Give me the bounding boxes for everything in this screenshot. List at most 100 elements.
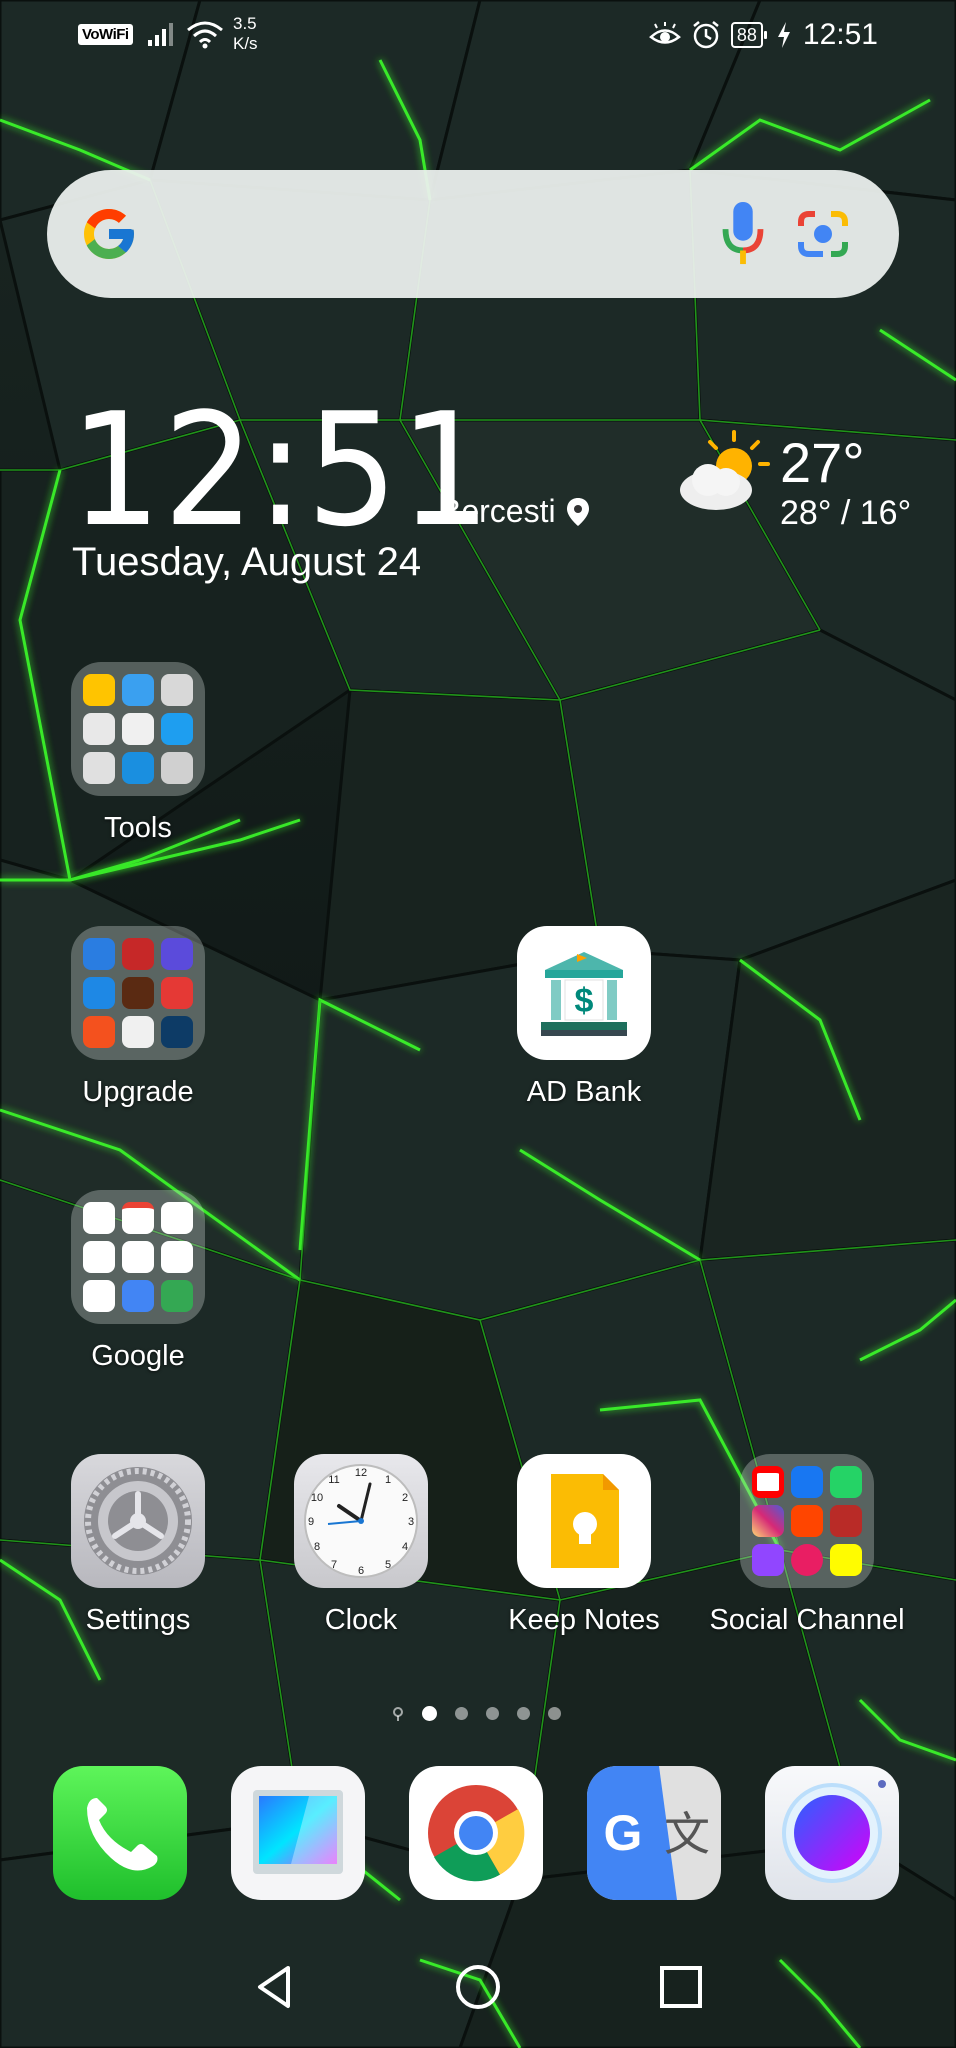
gmail-icon (122, 1202, 154, 1234)
folder-upgrade[interactable]: Upgrade (38, 926, 238, 1109)
svg-text:5: 5 (385, 1559, 391, 1571)
maps-icon (161, 1202, 193, 1234)
ad-bank-label: AD Bank (526, 1076, 642, 1108)
widget-date: Tuesday, August 24 (72, 540, 422, 584)
recents-icon[interactable] (656, 1962, 706, 2012)
wifi-icon (187, 21, 223, 49)
mic-icon[interactable] (719, 200, 767, 266)
recorder-icon (83, 713, 115, 745)
svg-text:8: 8 (314, 1541, 320, 1553)
app-settings[interactable]: Settings (38, 1454, 238, 1637)
google-label: Google (91, 1340, 185, 1372)
todoist-icon (161, 977, 193, 1009)
photos-icon (83, 1280, 115, 1312)
svg-text:2: 2 (402, 1492, 408, 1504)
youtube-icon (752, 1466, 784, 1498)
folder-social-channel[interactable]: Social Channel (707, 1454, 907, 1637)
page-dot-3 (486, 1707, 499, 1720)
browser-icon[interactable] (765, 1766, 899, 1900)
weather-icon (122, 674, 154, 706)
network-speed: 3.5 K/s (233, 14, 258, 53)
svg-text:3: 3 (408, 1516, 414, 1528)
translate-icon[interactable]: G 文 (587, 1766, 721, 1900)
gallery-icon[interactable] (231, 1766, 365, 1900)
clock-icon: 12 1 2 3 45 6 78 9 10 11 (294, 1454, 428, 1588)
play-store-icon (122, 1241, 154, 1273)
google-g-icon (84, 209, 134, 259)
app-clock[interactable]: 12 1 2 3 45 6 78 9 10 11 Clock (261, 1454, 461, 1637)
svg-text:1: 1 (385, 1474, 391, 1486)
duo-icon (161, 1241, 193, 1273)
drive-icon (83, 1241, 115, 1273)
vowifi-indicator: VoWiFi (78, 24, 133, 45)
lens-camera-icon[interactable] (795, 206, 851, 262)
reddit-icon (791, 1505, 823, 1537)
svg-text:12: 12 (355, 1467, 367, 1479)
docs-icon (122, 1280, 154, 1312)
location-label: Bercesti (440, 493, 556, 529)
page-indicator[interactable] (392, 1706, 561, 1721)
timer-icon (122, 977, 154, 1009)
facebook-icon (791, 1466, 823, 1498)
back-icon[interactable] (250, 1962, 300, 2012)
svg-text:4: 4 (402, 1541, 408, 1553)
location-pin-icon (566, 497, 589, 526)
status-right: 88 12:51 (648, 18, 878, 52)
chrome-icon[interactable] (409, 1766, 543, 1900)
settings-icon (71, 1454, 205, 1588)
google-search-bar[interactable] (47, 170, 899, 298)
whatsapp-icon (830, 1466, 862, 1498)
tools-x-icon (83, 1016, 115, 1048)
fm-radio-icon (122, 713, 154, 745)
page-dot-5 (548, 1707, 561, 1720)
svg-text:10: 10 (311, 1492, 323, 1504)
svg-text:11: 11 (328, 1474, 339, 1486)
keep-notes-icon (517, 1454, 651, 1588)
blue-drop-icon (83, 977, 115, 1009)
ad-bank-icon: $ (517, 926, 651, 1060)
evernote-icon (122, 1016, 154, 1048)
eye-comfort-icon (648, 22, 681, 44)
keep-notes-label: Keep Notes (508, 1604, 660, 1636)
widget-temperature: 27° (780, 431, 865, 494)
sheets-icon (161, 1280, 193, 1312)
game-icon (122, 938, 154, 970)
page-dot-4 (517, 1707, 530, 1720)
svg-text:文: 文 (664, 1807, 710, 1861)
battery-icon: 88 (730, 22, 767, 48)
google-folder-icon (71, 1190, 205, 1324)
page-search-icon (393, 1706, 403, 1721)
widget-temp-range: 28° / 16° (780, 494, 912, 532)
folder-google[interactable]: Google (38, 1190, 238, 1373)
widget-time: 12:51 (70, 379, 493, 561)
stocks-icon (83, 938, 115, 970)
social-channel-label: Social Channel (709, 1604, 905, 1636)
svg-text:7: 7 (331, 1559, 337, 1571)
svg-text:G: G (604, 1805, 643, 1861)
calculator-icon (161, 674, 193, 706)
phone-icon[interactable] (53, 1766, 187, 1900)
partly-sunny-icon (680, 430, 770, 510)
status-bar: VoWiFi 3.5 K/s 88 12:51 (0, 0, 956, 72)
status-time: 12:51 (802, 18, 878, 51)
page-dot-1 (422, 1706, 437, 1721)
widget-location: Bercesti (440, 493, 590, 530)
askfm-icon (791, 1544, 823, 1576)
google-app-icon (83, 1202, 115, 1234)
app-ad-bank[interactable]: $ AD Bank (484, 926, 684, 1109)
svg-text:9: 9 (308, 1516, 314, 1528)
quora-icon (830, 1505, 862, 1537)
home-icon[interactable] (453, 1962, 503, 2012)
sim-toolkit-icon (161, 752, 193, 784)
clock-label: Clock (324, 1604, 398, 1636)
folder-tools[interactable]: Tools (38, 662, 238, 845)
upgrade-folder-icon (71, 926, 205, 1060)
tools-label: Tools (104, 812, 172, 844)
snapchat-icon (830, 1544, 862, 1576)
twitch-icon (752, 1544, 784, 1576)
phone-clone-icon (122, 752, 154, 784)
svg-text:6: 6 (358, 1565, 364, 1577)
app-keep-notes[interactable]: Keep Notes (484, 1454, 684, 1637)
instagram-icon (752, 1505, 784, 1537)
page-dot-2 (455, 1707, 468, 1720)
